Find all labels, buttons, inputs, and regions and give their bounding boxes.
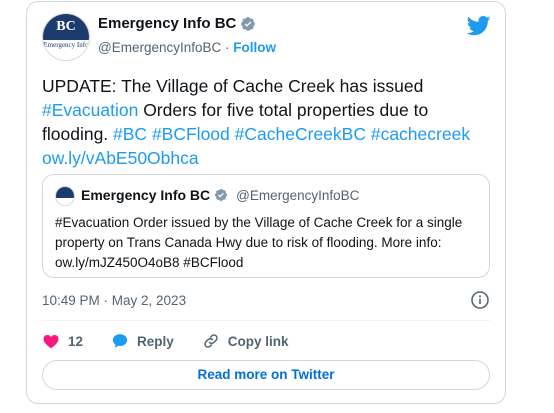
tweet-text: UPDATE: The Village of Cache Creek has i… bbox=[42, 74, 497, 170]
info-icon[interactable] bbox=[470, 290, 490, 310]
quoted-author-row: Emergency Info BC @EmergencyInfoBC bbox=[81, 187, 359, 203]
read-more-button[interactable]: Read more on Twitter bbox=[42, 360, 490, 390]
copy-link-label: Copy link bbox=[227, 333, 289, 349]
separator: · bbox=[225, 40, 230, 55]
hashtag-link[interactable]: #BC bbox=[113, 124, 147, 144]
avatar-subtext: Emergency Info bbox=[43, 41, 89, 49]
avatar[interactable]: BC Emergency Info bbox=[42, 13, 90, 61]
hashtag-link[interactable]: #cachecreek bbox=[371, 124, 470, 144]
author-name[interactable]: Emergency Info BC bbox=[98, 15, 236, 32]
action-bar: 12 Reply Copy link bbox=[42, 331, 317, 351]
divider bbox=[42, 320, 490, 321]
author-handle[interactable]: @EmergencyInfoBC bbox=[98, 40, 221, 55]
copy-link-button[interactable]: Copy link bbox=[202, 332, 289, 350]
tweet-text-part: UPDATE: The Village of Cache Creek has i… bbox=[42, 76, 424, 96]
tweet-embed-card: BC Emergency Info Emergency Info BC @Eme… bbox=[26, 1, 506, 404]
timestamp[interactable]: 10:49 PM · May 2, 2023 bbox=[42, 293, 186, 308]
quoted-tweet-text: #Evacuation Order issued by the Village … bbox=[55, 215, 463, 270]
quoted-tweet[interactable]: Emergency Info BC @EmergencyInfoBC #Evac… bbox=[42, 174, 490, 278]
like-button[interactable]: 12 bbox=[42, 332, 83, 350]
heart-icon bbox=[43, 335, 59, 349]
verified-badge-icon bbox=[215, 189, 228, 201]
hashtag-link[interactable]: #Evacuation bbox=[42, 100, 138, 120]
follow-button[interactable]: Follow bbox=[233, 40, 276, 55]
twitter-bird-icon[interactable] bbox=[467, 16, 491, 36]
reply-bubble-icon bbox=[112, 334, 128, 348]
quoted-author-handle: @EmergencyInfoBC bbox=[236, 187, 360, 203]
hashtag-link[interactable]: #CacheCreekBC bbox=[235, 124, 366, 144]
author-name-row[interactable]: Emergency Info BC bbox=[98, 15, 256, 32]
quoted-author-name: Emergency Info BC bbox=[81, 187, 211, 203]
link-icon bbox=[204, 334, 218, 348]
avatar-logo: BC bbox=[43, 14, 89, 40]
like-count: 12 bbox=[68, 333, 84, 349]
url-link[interactable]: ow.ly/vAbE50Obhca bbox=[42, 148, 199, 168]
hashtag-link[interactable]: #BCFlood bbox=[152, 124, 230, 144]
author-handle-row: @EmergencyInfoBC · Follow bbox=[98, 40, 276, 55]
reply-label: Reply bbox=[137, 333, 174, 349]
verified-badge-icon bbox=[241, 16, 256, 31]
quoted-avatar bbox=[55, 186, 75, 206]
reply-button[interactable]: Reply bbox=[111, 332, 174, 350]
